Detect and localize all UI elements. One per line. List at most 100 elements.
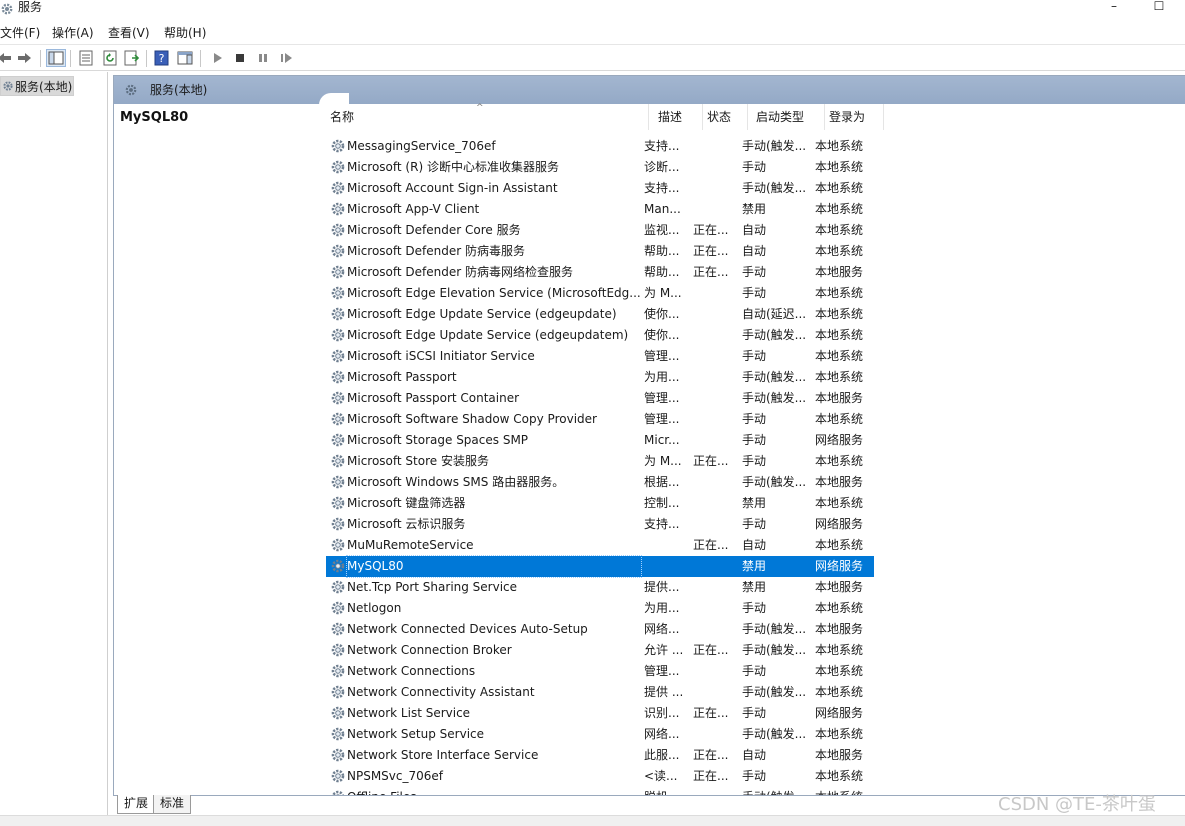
service-logon-as: 本地系统 <box>815 454 864 468</box>
service-row[interactable]: Network Connected Devices Auto-Setup 网络..… <box>326 619 874 640</box>
toolbar-separator <box>40 50 41 67</box>
service-row[interactable]: MessagingService_706ef 支持... 手动(触发... 本地系统 <box>326 136 874 157</box>
service-status <box>693 472 733 493</box>
service-startup-type: 禁用 <box>742 559 767 573</box>
service-status <box>693 619 733 640</box>
service-row[interactable]: NPSMSvc_706ef <读... 正在... 手动 本地系统 <box>326 766 874 787</box>
selected-service-title: MySQL80 <box>120 110 189 125</box>
service-row[interactable]: Microsoft Windows SMS 路由器服务。 根据... 手动(触发..… <box>326 472 874 493</box>
service-logon-as: 本地系统 <box>815 286 864 300</box>
column-header-logon-as[interactable]: 登录为 <box>825 104 884 130</box>
service-status <box>693 409 733 430</box>
stop-service-icon[interactable] <box>231 50 249 66</box>
service-startup-type: 禁用 <box>742 202 767 216</box>
service-name: MuMuRemoteService <box>347 538 474 552</box>
service-gear-icon <box>331 433 345 447</box>
menu-file[interactable]: 文件(F) <box>0 26 40 40</box>
service-name: Microsoft 键盘筛选器 <box>347 496 466 510</box>
service-row[interactable]: Microsoft App-V Client Man... 禁用 本地系统 <box>326 199 874 220</box>
back-arrow-icon[interactable] <box>0 50 14 66</box>
column-header-status[interactable]: 状态 <box>703 104 748 130</box>
export-list-icon[interactable] <box>123 50 141 66</box>
service-row[interactable]: Microsoft Storage Spaces SMP Micr... 手动 网络服… <box>326 430 874 451</box>
column-header-description[interactable]: 描述 <box>654 104 703 130</box>
service-description: Man... <box>644 202 681 216</box>
service-gear-icon <box>331 265 345 279</box>
forward-arrow-icon[interactable] <box>15 50 33 66</box>
restart-service-icon[interactable] <box>277 50 295 66</box>
service-row[interactable]: Microsoft Edge Update Service (edgeupdat… <box>326 304 874 325</box>
service-status <box>693 157 733 178</box>
service-row[interactable]: Network Connectivity Assistant 提供 ... 手动(触… <box>326 682 874 703</box>
service-gear-icon <box>331 244 345 258</box>
service-description: 管理... <box>644 391 680 405</box>
service-name: Microsoft Storage Spaces SMP <box>347 433 529 447</box>
service-row[interactable]: MuMuRemoteService 正在... 自动 本地系统 <box>326 535 874 556</box>
service-row[interactable]: Network Connection Broker 允许 ... 正在... 手动(触… <box>326 640 874 661</box>
service-row[interactable]: Network Connections 管理... 手动 本地系统 <box>326 661 874 682</box>
services-list[interactable]: 名称 ^ 描述 状态 启动类型 登录为 MessagingService_706… <box>326 103 1185 804</box>
service-row[interactable]: Microsoft iSCSI Initiator Service 管理... 手动… <box>326 346 874 367</box>
service-row[interactable]: Network List Service 识别... 正在... 手动 网络服务 <box>326 703 874 724</box>
service-logon-as: 本地服务 <box>815 475 864 489</box>
service-status <box>693 388 733 409</box>
service-row[interactable]: Net.Tcp Port Sharing Service 提供... 禁用 本地服务 <box>326 577 874 598</box>
service-row[interactable]: Microsoft Passport Container 管理... 手动(触发..… <box>326 388 874 409</box>
menu-view[interactable]: 查看(V) <box>108 26 150 40</box>
column-header-label: 登录为 <box>829 110 866 124</box>
service-row[interactable]: Microsoft (R) 诊断中心标准收集器服务 诊断... 手动 本地系统 <box>326 157 874 178</box>
properties-sheet-icon[interactable] <box>77 50 95 66</box>
action-pane-icon[interactable] <box>176 50 194 66</box>
service-row[interactable]: Microsoft Defender 防病毒服务 帮助... 正在... 自动 本地系统 <box>326 241 874 262</box>
service-description: 支持... <box>644 181 680 195</box>
service-logon-as: 网络服务 <box>815 706 864 720</box>
title-bar: 服务 – ☐ <box>0 0 1185 22</box>
service-startup-type: 自动 <box>742 244 767 258</box>
column-header-startup-type[interactable]: 启动类型 <box>752 104 825 130</box>
service-status <box>693 682 733 703</box>
service-row[interactable]: Netlogon 为用... 手动 本地系统 <box>326 598 874 619</box>
service-row[interactable]: Network Setup Service 网络... 手动(触发... 本地系统 <box>326 724 874 745</box>
service-name: Network Connected Devices Auto-Setup <box>347 622 588 636</box>
service-status: 正在... <box>693 454 729 468</box>
column-header-name[interactable]: 名称 ^ <box>326 103 649 130</box>
service-row[interactable]: MySQL80 禁用 网络服务 <box>326 555 874 578</box>
menu-action[interactable]: 操作(A) <box>52 26 94 40</box>
service-logon-as: 本地系统 <box>815 664 864 678</box>
start-service-icon[interactable] <box>209 50 227 66</box>
service-gear-icon <box>331 538 345 552</box>
service-gear-icon <box>331 349 345 363</box>
tab-standard[interactable]: 标准 <box>153 795 192 814</box>
tab-extended[interactable]: 扩展 <box>117 795 156 814</box>
tree-item-services-local[interactable]: 服务(本地) <box>0 76 74 96</box>
service-logon-as: 本地系统 <box>815 223 864 237</box>
service-name: Microsoft Edge Update Service (edgeupdat… <box>347 307 617 321</box>
service-status <box>693 493 733 514</box>
console-tree: 服务(本地) <box>0 72 108 817</box>
service-startup-type: 手动 <box>742 601 767 615</box>
pause-service-icon[interactable] <box>254 50 272 66</box>
service-row[interactable]: Network Store Interface Service 此服... 正在..… <box>326 745 874 766</box>
menu-help[interactable]: 帮助(H) <box>164 26 206 40</box>
service-row[interactable]: Microsoft 云标识服务 支持... 手动 网络服务 <box>326 514 874 535</box>
service-row[interactable]: Microsoft Edge Elevation Service (Micros… <box>326 283 874 304</box>
service-row[interactable]: Microsoft Software Shadow Copy Provider 管… <box>326 409 874 430</box>
service-row[interactable]: Microsoft Defender 防病毒网络检查服务 帮助... 正在... 手动… <box>326 262 874 283</box>
service-row[interactable]: Microsoft Passport 为用... 手动(触发... 本地系统 <box>326 367 874 388</box>
refresh-icon[interactable] <box>101 50 119 66</box>
maximize-button[interactable]: ☐ <box>1148 0 1170 14</box>
service-name: Microsoft Windows SMS 路由器服务。 <box>347 475 565 489</box>
service-row[interactable]: Microsoft Defender Core 服务 监视... 正在... 自动 本地… <box>326 220 874 241</box>
service-row[interactable]: Microsoft 键盘筛选器 控制... 禁用 本地系统 <box>326 493 874 514</box>
show-hide-console-tree-icon[interactable] <box>46 49 66 67</box>
service-name: Network Connectivity Assistant <box>347 685 535 699</box>
service-logon-as: 网络服务 <box>815 433 864 447</box>
service-row[interactable]: Microsoft Store 安装服务 为 M... 正在... 手动 本地系统 <box>326 451 874 472</box>
service-row[interactable]: Microsoft Account Sign-in Assistant 支持...… <box>326 178 874 199</box>
help-icon[interactable]: ? <box>153 50 171 66</box>
service-row[interactable]: Microsoft Edge Update Service (edgeupdat… <box>326 325 874 346</box>
service-gear-icon <box>331 202 345 216</box>
service-gear-icon <box>331 643 345 657</box>
minimize-button[interactable]: – <box>1103 0 1125 14</box>
service-gear-icon <box>331 559 345 573</box>
